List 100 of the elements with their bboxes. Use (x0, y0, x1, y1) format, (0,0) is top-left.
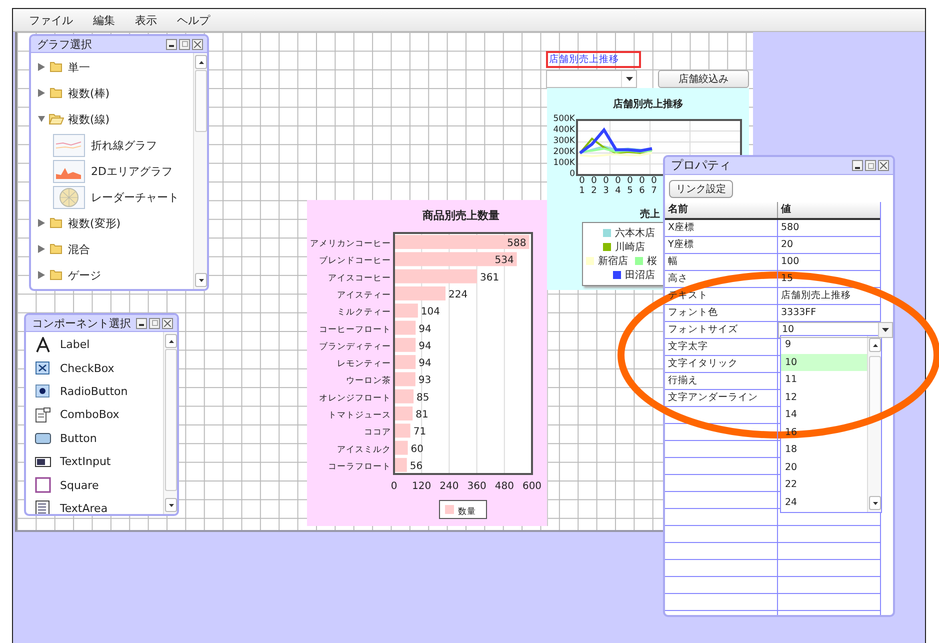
menu-item[interactable]: ヘルプ (177, 12, 210, 28)
property-value-cell-text: 100 (780, 255, 800, 269)
column-header[interactable]: 名前 (665, 202, 778, 218)
category-label: アイスコーヒー (328, 273, 391, 284)
property-name-cell: フォントサイズ (665, 322, 778, 338)
axis-tick-label: 05 (626, 176, 634, 196)
property-name-cell: 文字イタリック (665, 356, 778, 372)
menu-item[interactable]: 表示 (135, 12, 157, 28)
axis-tick-label: 120 (412, 481, 432, 492)
dropdown-option[interactable]: 24 (781, 494, 867, 511)
scroll-up-button[interactable] (165, 334, 177, 348)
font-size-dropdown[interactable]: 10 (778, 322, 893, 338)
tree-item[interactable]: レーダーチャート (31, 184, 193, 210)
tree-item[interactable]: 折れ線グラフ (31, 132, 193, 158)
up-arrow-icon (872, 344, 878, 346)
selected-text-label[interactable]: 店舗別売上推移 (546, 51, 641, 68)
dropdown-option[interactable]: 11 (781, 371, 867, 388)
component-item[interactable]: ComboBox (26, 403, 163, 427)
dropdown-option[interactable]: 18 (781, 441, 867, 458)
value-label: 60 (410, 444, 424, 455)
axis-tick-label: 02 (590, 176, 598, 196)
radio-icon (35, 383, 51, 400)
component-item[interactable]: TextArea (26, 496, 163, 514)
minimize-icon[interactable] (136, 318, 147, 328)
minimize-icon[interactable] (852, 160, 863, 171)
value-label: 85 (416, 392, 430, 404)
check-icon (35, 360, 51, 376)
menu-item[interactable]: ファイル (29, 12, 73, 28)
folder-icon (49, 87, 64, 99)
component-item[interactable]: RadioButton (26, 380, 163, 404)
scroll-down-button[interactable] (165, 498, 177, 512)
panel-title: グラフ選択 (37, 36, 92, 52)
chart-title: 商品別売上数量 (422, 209, 500, 222)
close-icon[interactable] (878, 160, 889, 171)
category-label: アイスティー (337, 290, 391, 300)
scrollbar-track[interactable] (867, 336, 881, 512)
chart-legend: 数量 (439, 500, 487, 519)
scrollbar-track[interactable] (193, 53, 207, 289)
axis-tick-label: 200K (553, 147, 575, 158)
scroll-up-button[interactable] (195, 55, 207, 69)
panel-title: コンポーネント選択 (32, 316, 131, 330)
scrollbar-thumb[interactable] (195, 70, 207, 132)
tree-item[interactable]: 複数(線) (31, 106, 193, 132)
close-icon[interactable] (162, 318, 173, 328)
category-label: コーラフロート (328, 462, 391, 472)
legend-label: 六本木店 (615, 226, 655, 240)
scrollbar-track[interactable] (163, 332, 177, 514)
dropdown-option[interactable]: 12 (781, 388, 867, 406)
category-label: オレンジフロート (319, 393, 391, 404)
tree-item[interactable]: 複数(変形) (31, 210, 193, 236)
folder-icon (49, 269, 64, 281)
legend-swatch (613, 271, 621, 279)
axis-tick-label: 0 (570, 169, 575, 180)
scroll-down-button[interactable] (195, 273, 207, 287)
scroll-up-button[interactable] (869, 338, 881, 352)
legend-label: 桜 (647, 254, 657, 268)
axis-tick-label: 480 (494, 481, 514, 492)
folder-icon (49, 113, 64, 125)
down-arrow-icon (198, 278, 204, 282)
category-label: ウーロン茶 (346, 376, 391, 386)
folder-icon (49, 61, 64, 73)
component-item[interactable]: Square (26, 473, 163, 497)
dropdown-option[interactable]: 22 (781, 476, 867, 494)
scrollbar-thumb[interactable] (165, 349, 177, 491)
component-item[interactable]: TextInput (26, 450, 163, 474)
combo-icon (35, 406, 51, 423)
legend-label: 新宿店 (598, 254, 628, 268)
component-item[interactable]: Label (26, 333, 163, 356)
property-name-cell: X座標 (665, 220, 778, 236)
column-header[interactable]: 値 (778, 202, 880, 218)
axis-tick-label: 06 (638, 176, 646, 196)
dropdown-option[interactable]: 10 (781, 354, 867, 371)
chart-title: 店舗別売上推移 (612, 97, 684, 111)
tree-item[interactable]: 混合 (31, 236, 193, 262)
link-settings-button[interactable]: リンク設定 (669, 180, 733, 198)
panel-title: プロパティ (671, 157, 731, 174)
tree-item[interactable]: 複数(棒) (31, 80, 193, 106)
dropdown-option[interactable]: 14 (781, 406, 867, 424)
axis-tick-label: 0 (390, 481, 398, 492)
component-item[interactable]: Button (26, 426, 163, 450)
dropdown-option[interactable]: 20 (781, 458, 867, 476)
tree-item[interactable]: ゲージ (31, 262, 193, 288)
menu-item[interactable]: 編集 (93, 12, 115, 28)
property-name-cell: 行揃え (665, 373, 778, 389)
down-arrow-icon (168, 504, 174, 506)
chart-thumbnail-icon (53, 160, 85, 182)
chart-thumbnail-icon (53, 134, 85, 156)
legend-swatch (586, 257, 594, 265)
category-label: ミルクティー (337, 308, 391, 318)
component-item[interactable]: CheckBox (26, 356, 163, 380)
close-icon[interactable] (192, 38, 203, 50)
axis-tick-label: 07 (650, 176, 658, 196)
scrollbar-thumb[interactable] (869, 356, 881, 420)
tree-item[interactable]: 単一 (31, 54, 193, 80)
axis-tick-label: 03 (602, 176, 610, 196)
tree-item[interactable]: 2Dエリアグラフ (31, 158, 193, 184)
store-filter-button[interactable]: 店舗絞込み (658, 70, 749, 88)
minimize-icon[interactable] (166, 38, 177, 50)
scroll-down-button[interactable] (869, 496, 881, 510)
dropdown-option[interactable]: 9 (781, 336, 867, 354)
